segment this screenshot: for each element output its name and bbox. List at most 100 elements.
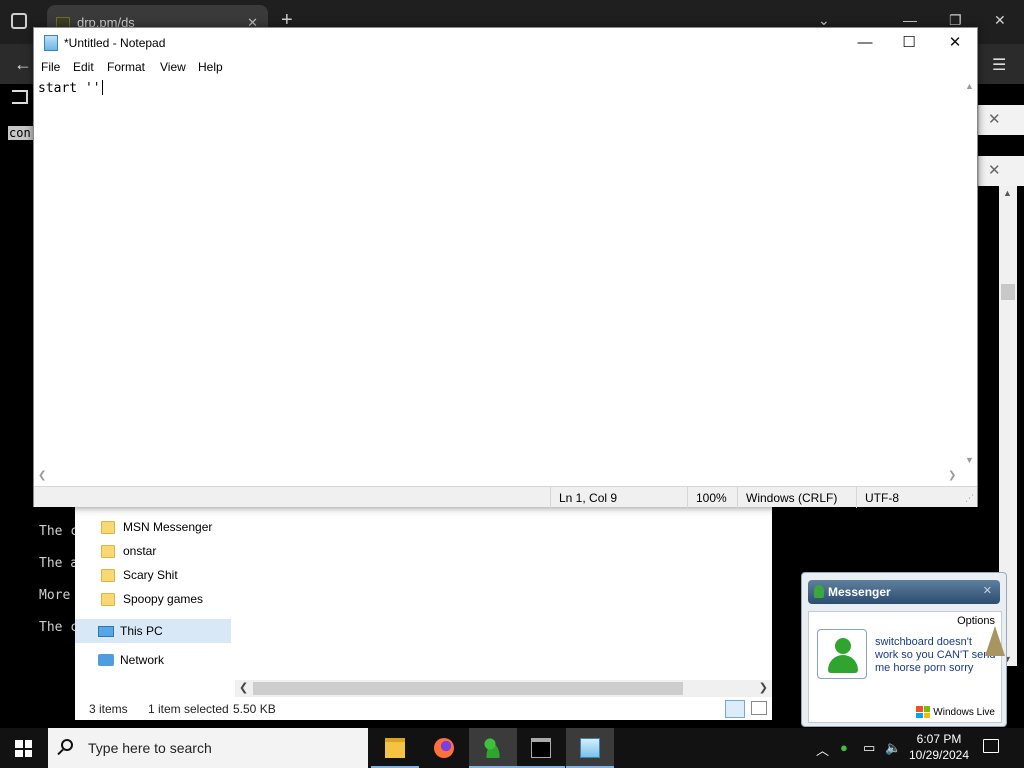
folder-label: Spoopy games (123, 592, 204, 606)
messenger-title: Messenger (828, 585, 891, 599)
menu-edit[interactable]: Edit (73, 60, 94, 74)
notification-message[interactable]: switchboard doesn't work so you CAN'T se… (875, 636, 997, 675)
search-placeholder: Type here to search (88, 740, 212, 756)
notepad-title-bar[interactable]: *Untitled - Notepad — ☐ ✕ (34, 28, 977, 58)
show-hidden-icons-chevron-icon[interactable]: ︿ (816, 740, 829, 759)
large-icons-view-icon[interactable] (751, 701, 767, 715)
browser-menu-icon[interactable]: ☰ (992, 55, 1006, 75)
taskbar-search-box[interactable]: Type here to search (48, 728, 368, 768)
search-icon (61, 739, 73, 751)
side-panel-1: ✕ (978, 105, 1024, 135)
brand-label: Windows Live (933, 706, 995, 718)
menu-help[interactable]: Help (198, 60, 223, 74)
scroll-up-icon[interactable]: ▲ (965, 81, 974, 91)
panel-close-icon[interactable]: ✕ (988, 161, 1001, 179)
details-view-icon[interactable] (725, 700, 745, 718)
scroll-left-icon[interactable]: ❮ (38, 470, 46, 481)
terminal-line: The a (39, 556, 79, 571)
messenger-popup[interactable]: Messenger ✕ Options switchboard doesn't … (801, 572, 1007, 727)
windows-logo-quadrant (24, 740, 32, 748)
nav-folder-scary-shit[interactable]: Scary Shit (101, 564, 178, 586)
scroll-right-icon[interactable]: ❯ (948, 470, 956, 481)
zoom-level: 100% (687, 487, 727, 508)
terminal-icon (531, 738, 551, 758)
network-tray-icon[interactable]: ▭ (863, 740, 875, 756)
terminal-line: The c (39, 524, 79, 539)
scroll-left-icon[interactable]: ❮ (239, 681, 248, 694)
msn-messenger-icon (483, 738, 503, 758)
messenger-header: Messenger ✕ (808, 580, 1000, 604)
close-button[interactable]: ✕ (932, 32, 978, 54)
editor-content: start '' (38, 81, 101, 96)
nav-label: Network (120, 653, 165, 667)
volume-icon[interactable]: 🔈 (885, 740, 901, 756)
menu-format[interactable]: Format (107, 60, 145, 74)
scroll-up-icon[interactable]: ▲ (1003, 188, 1012, 198)
start-button[interactable] (15, 740, 32, 757)
messenger-buddy-icon (814, 585, 824, 598)
folder-icon (101, 520, 115, 534)
browser-close-button[interactable]: ✕ (994, 12, 1006, 29)
maximize-button[interactable]: ☐ (886, 32, 932, 54)
side-panel-2: ✕ (978, 156, 1024, 186)
file-explorer-window: MSN Messenger onstar Scary Shit Spoopy g… (75, 505, 772, 720)
notifications-icon[interactable] (983, 739, 999, 753)
explorer-status-bar: 3 items 1 item selected 5.50 KB (75, 697, 772, 720)
nav-network[interactable]: Network (98, 653, 164, 667)
messenger-tray-icon[interactable]: ● (840, 740, 848, 755)
taskbar-app-terminal[interactable] (517, 728, 565, 768)
nav-folder-onstar[interactable]: onstar (101, 540, 156, 562)
clock-time: 6:07 PM (916, 732, 962, 746)
scroll-thumb[interactable] (253, 682, 683, 695)
panel-close-icon[interactable]: ✕ (988, 110, 1001, 128)
selection-size: 5.50 KB (233, 702, 276, 716)
windows-logo-quadrant (24, 749, 32, 757)
windows-live-logo: Windows Live (916, 706, 995, 718)
taskbar-app-file-explorer[interactable] (371, 728, 419, 768)
scroll-down-icon[interactable]: ▼ (965, 455, 974, 465)
browser-minimize-button[interactable]: — (903, 12, 917, 28)
notepad-icon (580, 738, 600, 758)
nav-folder-spoopy-games[interactable]: Spoopy games (101, 588, 203, 610)
notepad-icon (44, 35, 58, 51)
encoding: UTF-8 (856, 487, 899, 508)
system-clock[interactable]: 6:07 PM 10/29/2024 (904, 731, 974, 763)
folder-icon (101, 592, 115, 606)
options-link[interactable]: Options (957, 615, 995, 627)
scroll-thumb[interactable] (1001, 284, 1015, 300)
line-endings: Windows (CRLF) (737, 487, 837, 508)
taskbar-app-firefox[interactable] (420, 728, 468, 768)
minimize-button[interactable]: — (842, 32, 888, 54)
clock-date: 10/29/2024 (908, 748, 970, 762)
notepad-window: *Untitled - Notepad — ☐ ✕ File Edit Form… (33, 27, 978, 508)
nav-this-pc[interactable]: This PC (75, 619, 231, 643)
explorer-horizontal-scrollbar[interactable]: ❮ ❯ (235, 680, 772, 697)
text-editor[interactable]: start '' (38, 80, 103, 96)
vertical-scrollbar[interactable]: ▲ ▼ (962, 78, 977, 468)
sign-in-icon[interactable] (12, 90, 28, 104)
network-icon (98, 654, 114, 666)
tab-list-icon[interactable] (11, 13, 27, 29)
nav-folder-msn-messenger[interactable]: MSN Messenger (101, 516, 212, 538)
taskbar-app-notepad[interactable] (566, 728, 614, 768)
horizontal-scrollbar[interactable]: ❮ ❯ (34, 468, 962, 484)
scroll-right-icon[interactable]: ❯ (759, 681, 768, 694)
folder-label: onstar (123, 544, 157, 558)
popup-close-icon[interactable]: ✕ (983, 584, 992, 597)
menu-file[interactable]: File (41, 60, 60, 74)
menu-view[interactable]: View (160, 60, 186, 74)
messenger-body: Options switchboard doesn't work so you … (808, 611, 1005, 723)
windows-flag-icon (916, 706, 931, 718)
window-title: *Untitled - Notepad (64, 36, 166, 50)
menu-bar: File Edit Format View Help (34, 58, 977, 78)
back-arrow-icon[interactable]: ← (14, 54, 32, 75)
terminal-line: The c (39, 620, 79, 635)
nav-label: This PC (120, 624, 163, 638)
resize-grip-icon[interactable]: ⋰ (965, 493, 974, 504)
buddy-head-icon (835, 638, 851, 654)
taskbar: Type here to search ︿ ● ▭ 🔈 6:07 PM 10/2… (0, 728, 1024, 768)
windows-logo-quadrant (15, 740, 23, 748)
avatar (817, 629, 867, 679)
taskbar-app-msn-messenger[interactable] (469, 728, 517, 768)
item-count: 3 items (89, 702, 128, 716)
